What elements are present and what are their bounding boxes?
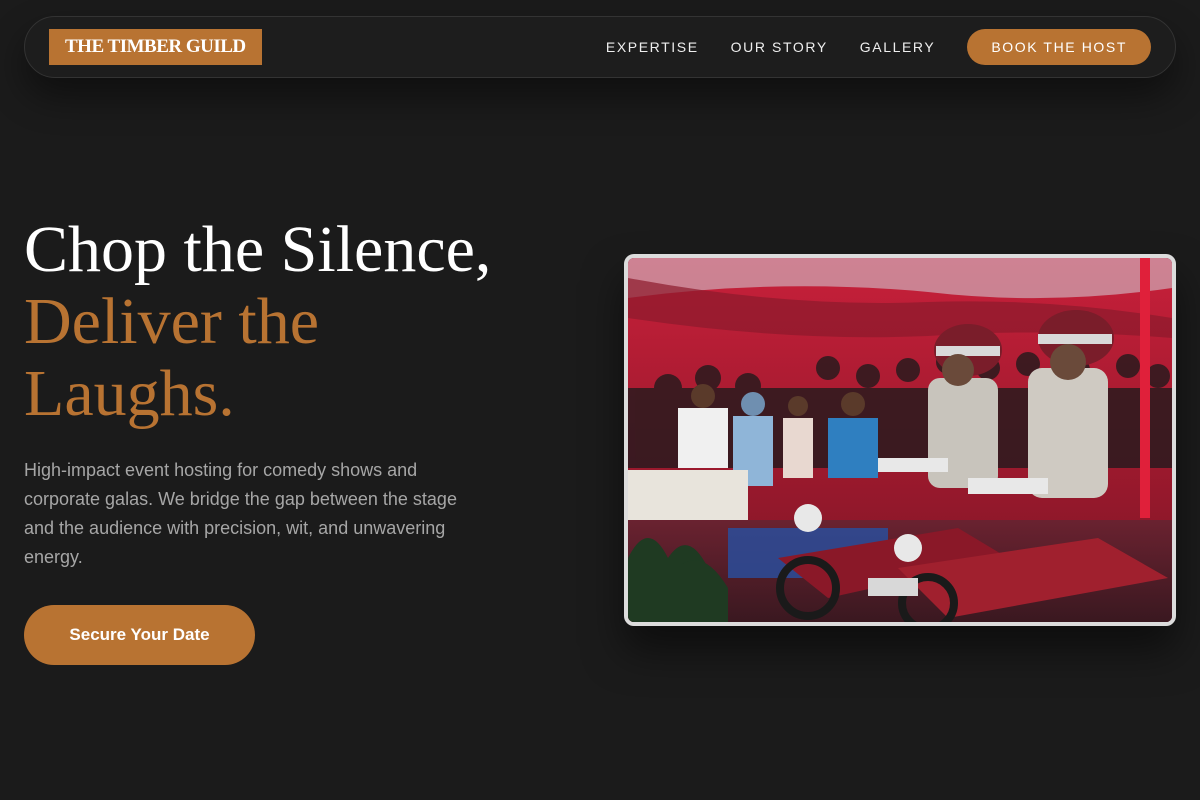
nav-links: EXPERTISE OUR STORY GALLERY BOOK THE HOS… [606, 29, 1151, 65]
top-navigation-bar: THE TIMBER GUILD EXPERTISE OUR STORY GAL… [24, 16, 1176, 78]
hero-photo-illustration [628, 258, 1172, 622]
page: THE TIMBER GUILD EXPERTISE OUR STORY GAL… [0, 0, 1200, 800]
hero-title-line-2: Deliver the [24, 285, 320, 358]
nav-link-our-story[interactable]: OUR STORY [731, 39, 828, 55]
nav-link-expertise[interactable]: EXPERTISE [606, 39, 699, 55]
hero-title-line-1: Chop the Silence, [24, 213, 492, 286]
nav-link-gallery[interactable]: GALLERY [860, 39, 936, 55]
hero-title-line-3: Laughs. [24, 357, 235, 430]
hero-description: High-impact event hosting for comedy sho… [24, 460, 457, 567]
secure-your-date-button[interactable]: Secure Your Date [24, 605, 255, 665]
book-the-host-button[interactable]: BOOK THE HOST [967, 29, 1151, 65]
hero-title: Chop the Silence, Deliver the Laughs. [24, 214, 584, 430]
hero-photo [624, 254, 1176, 626]
brand-logo[interactable]: THE TIMBER GUILD [49, 29, 262, 65]
